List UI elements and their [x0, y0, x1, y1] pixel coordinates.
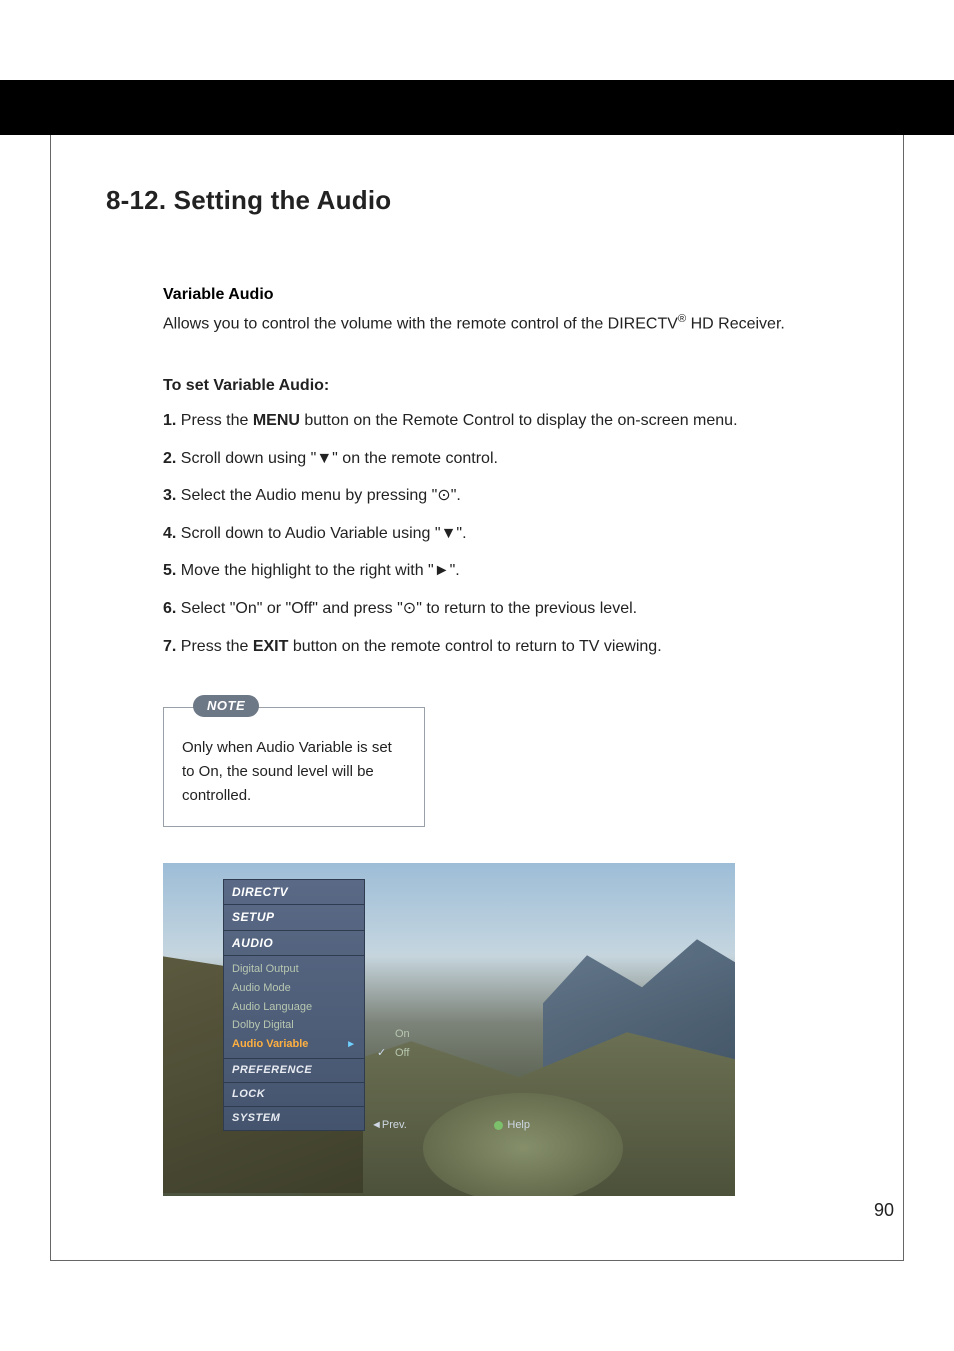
desc-pre: Allows you to control the volume with th… — [163, 315, 678, 332]
step-num: 5. — [163, 562, 176, 579]
step-text-pre: Press the — [181, 412, 253, 429]
step-text-post: " on the remote control. — [332, 450, 498, 467]
osd-brand: DIRECTV — [224, 880, 364, 905]
step-bold: EXIT — [253, 638, 289, 655]
step-6: 6. Select "On" or "Off" and press "⊙" to… — [163, 598, 843, 620]
step-text-pre: Scroll down to Audio Variable using " — [181, 525, 441, 542]
note-callout: NOTE Only when Audio Variable is set to … — [163, 707, 425, 827]
step-num: 7. — [163, 638, 176, 655]
down-arrow-icon: ▼ — [441, 525, 457, 542]
step-text-pre: Select "On" or "Off" and press " — [181, 600, 403, 617]
osd-section-preference: PREFERENCE — [224, 1058, 364, 1082]
registered-mark: ® — [678, 313, 686, 325]
osd-section-lock: LOCK — [224, 1082, 364, 1106]
osd-panel: DIRECTV SETUP AUDIO Digital Output Audio… — [223, 879, 365, 1130]
variable-audio-title: Variable Audio — [163, 284, 843, 306]
step-bold: MENU — [253, 412, 300, 429]
down-arrow-icon: ▼ — [316, 450, 332, 467]
osd-help-label: Help — [507, 1119, 530, 1131]
select-icon: ⊙ — [403, 600, 416, 617]
steps-list: 1. Press the MENU button on the Remote C… — [163, 410, 843, 657]
step-text-pre: Press the — [181, 638, 253, 655]
osd-item-audio-variable: Audio Variable ► — [224, 1035, 364, 1054]
step-text-post: ". — [456, 525, 466, 542]
osd-audio: AUDIO — [224, 931, 364, 956]
tv-screenshot: DIRECTV SETUP AUDIO Digital Output Audio… — [163, 863, 735, 1196]
step-7: 7. Press the EXIT button on the remote c… — [163, 636, 843, 658]
step-text-post: button on the Remote Control to display … — [300, 412, 738, 429]
osd-item-digital-output: Digital Output — [224, 960, 364, 979]
step-text-post: button on the remote control to return t… — [288, 638, 661, 655]
osd-option-on: On — [363, 1025, 538, 1044]
document-page: 8-12. Setting the Audio Variable Audio A… — [0, 0, 954, 1351]
to-set-title: To set Variable Audio: — [163, 375, 843, 397]
page-number: 90 — [874, 1200, 894, 1221]
step-5: 5. Move the highlight to the right with … — [163, 560, 843, 582]
header-black-band — [0, 80, 954, 135]
step-1: 1. Press the MENU button on the Remote C… — [163, 410, 843, 432]
osd-section-system: SYSTEM — [224, 1106, 364, 1130]
osd-setup: SETUP — [224, 905, 364, 930]
step-text-pre: Select the Audio menu by pressing " — [181, 487, 438, 504]
step-num: 1. — [163, 412, 176, 429]
note-label: NOTE — [193, 695, 259, 717]
help-dot-icon — [494, 1121, 503, 1130]
osd-item-dolby-digital: Dolby Digital — [224, 1016, 364, 1035]
chevron-right-icon: ► — [346, 1038, 356, 1052]
step-3: 3. Select the Audio menu by pressing "⊙"… — [163, 485, 843, 507]
osd-item-audio-mode: Audio Mode — [224, 979, 364, 998]
step-4: 4. Scroll down to Audio Variable using "… — [163, 523, 843, 545]
osd-bottom-bar: ◄Prev. Help — [363, 1118, 538, 1133]
desc-post: HD Receiver. — [686, 315, 785, 332]
step-text-post: ". — [450, 562, 460, 579]
select-icon: ⊙ — [437, 487, 450, 504]
osd-item-audio-language: Audio Language — [224, 998, 364, 1017]
variable-audio-desc: Allows you to control the volume with th… — [163, 312, 843, 335]
step-2: 2. Scroll down using "▼" on the remote c… — [163, 448, 843, 470]
osd-option-list: On Off — [363, 1025, 538, 1063]
note-text: Only when Audio Variable is set to On, t… — [163, 707, 425, 827]
step-text-pre: Move the highlight to the right with " — [181, 562, 434, 579]
osd-selected-label: Audio Variable — [232, 1037, 308, 1052]
body-content: Variable Audio Allows you to control the… — [163, 284, 843, 1196]
step-num: 6. — [163, 600, 176, 617]
osd-option-off: Off — [363, 1044, 538, 1063]
osd-help: Help — [494, 1118, 530, 1133]
osd-menu: DIRECTV SETUP AUDIO Digital Output Audio… — [223, 879, 548, 1130]
step-text-pre: Scroll down using " — [181, 450, 317, 467]
osd-audio-items: Digital Output Audio Mode Audio Language… — [224, 956, 364, 1058]
step-num: 4. — [163, 525, 176, 542]
step-num: 3. — [163, 487, 176, 504]
step-text-post: " to return to the previous level. — [416, 600, 637, 617]
osd-prev: ◄Prev. — [371, 1118, 407, 1133]
right-arrow-icon: ► — [434, 562, 450, 579]
step-text-post: ". — [451, 487, 461, 504]
step-num: 2. — [163, 450, 176, 467]
section-heading: 8-12. Setting the Audio — [106, 185, 391, 216]
